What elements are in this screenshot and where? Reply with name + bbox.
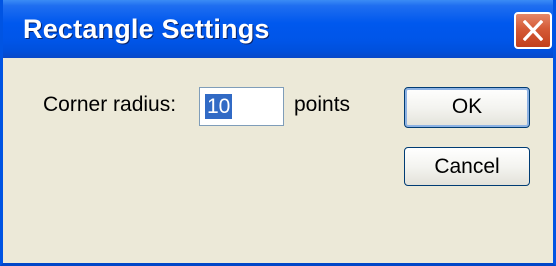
corner-radius-value: 10 [205, 94, 233, 119]
dialog-title: Rectangle Settings [23, 14, 270, 44]
corner-radius-label: Corner radius: [43, 93, 177, 116]
close-button[interactable] [514, 12, 552, 49]
cancel-button[interactable]: Cancel [404, 147, 530, 186]
ok-button[interactable]: OK [404, 87, 530, 128]
corner-radius-input[interactable]: 10 [199, 87, 284, 126]
points-unit-label: points [294, 93, 351, 116]
title-bar[interactable]: Rectangle Settings [3, 0, 553, 58]
rectangle-settings-dialog: Rectangle Settings Corner radius: 10 poi… [0, 0, 556, 266]
dialog-body: Corner radius: 10 points OK Cancel [3, 58, 553, 263]
close-icon [523, 20, 543, 41]
